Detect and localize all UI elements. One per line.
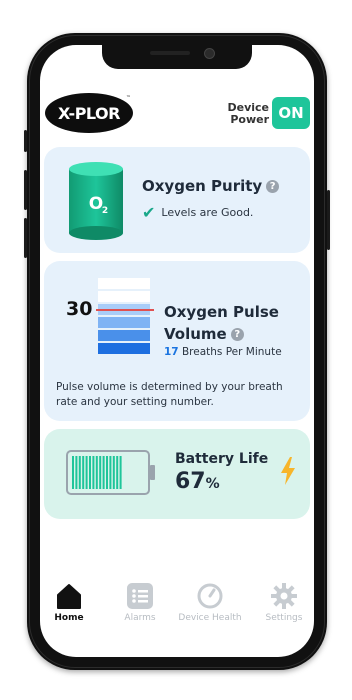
- phone-button: [24, 170, 27, 210]
- purity-status: ✔ Levels are Good.: [142, 203, 254, 222]
- check-icon: ✔: [142, 203, 156, 222]
- battery-cell: [106, 456, 108, 489]
- gauge-icon: [197, 583, 223, 609]
- bottom-tab-bar: Home Alarms Device Health Settings: [40, 583, 314, 643]
- oxygen-tank-icon: O 2: [69, 162, 123, 240]
- battery-life-title: Battery Life: [175, 451, 269, 467]
- battery-cell: [72, 456, 74, 489]
- pulse-bar: [98, 317, 150, 328]
- home-icon: [57, 584, 81, 609]
- list-icon: [127, 583, 153, 609]
- tab-device-health[interactable]: Device Health: [178, 583, 242, 623]
- battery-cell: [116, 456, 119, 489]
- phone-notch: [102, 45, 252, 69]
- gear-icon: [271, 583, 297, 609]
- battery-cell: [82, 456, 85, 489]
- battery-cell: [78, 456, 81, 489]
- pulse-setting-number: 30: [66, 298, 93, 320]
- pulse-description: Pulse volume is determined by your breat…: [56, 381, 283, 408]
- battery-cell: [109, 456, 112, 489]
- phone-button: [24, 130, 27, 152]
- tab-alarms[interactable]: Alarms: [108, 583, 172, 623]
- oxygen-purity-title: Oxygen Purity?: [142, 177, 280, 195]
- svg-text:2: 2: [102, 206, 108, 216]
- pulse-bar: [98, 291, 150, 302]
- pulse-bar: [98, 278, 150, 289]
- pulse-level-bars: [98, 278, 150, 356]
- power-toggle-button[interactable]: ON: [272, 97, 310, 129]
- battery-cell: [95, 456, 98, 489]
- battery-cell: [92, 456, 95, 489]
- pulse-bar: [98, 343, 150, 354]
- battery-cell: [85, 456, 88, 489]
- battery-cell: [119, 456, 122, 489]
- device-power-label: Device Power: [227, 101, 269, 126]
- help-icon[interactable]: ?: [266, 180, 280, 193]
- phone-button: [327, 190, 330, 250]
- tab-settings[interactable]: Settings: [252, 583, 314, 623]
- pulse-bar: [98, 330, 150, 341]
- lightning-bolt-icon: [281, 457, 295, 485]
- tab-home[interactable]: Home: [40, 583, 101, 623]
- battery-icon: [66, 450, 155, 495]
- oxygen-pulse-title: Oxygen Pulse Volume?: [164, 303, 279, 343]
- setting-indicator-line: [96, 309, 154, 311]
- battery-cell: [99, 456, 102, 489]
- battery-cell: [75, 456, 78, 489]
- oxygen-pulse-card[interactable]: 30 Oxygen Pulse Volume? 17 Breaths Per M…: [44, 261, 310, 421]
- battery-percent: 67%: [175, 469, 220, 494]
- battery-cell: [112, 456, 115, 489]
- battery-cell: [89, 456, 91, 489]
- battery-card[interactable]: Battery Life 67%: [44, 429, 310, 519]
- phone-speaker: [150, 51, 190, 55]
- phone-button: [24, 218, 27, 258]
- help-icon[interactable]: ?: [230, 328, 244, 341]
- xplor-logo: X-PLOR ™: [45, 93, 133, 133]
- oxygen-purity-card[interactable]: O 2 Oxygen Purity? ✔ Levels are Good.: [44, 147, 310, 253]
- battery-cell: [102, 456, 105, 489]
- breaths-per-minute: 17 Breaths Per Minute: [164, 346, 282, 358]
- camera-icon: [204, 48, 215, 59]
- app-screen: X-PLOR ™ Device Power ON O 2 Oxygen Purit…: [40, 45, 314, 657]
